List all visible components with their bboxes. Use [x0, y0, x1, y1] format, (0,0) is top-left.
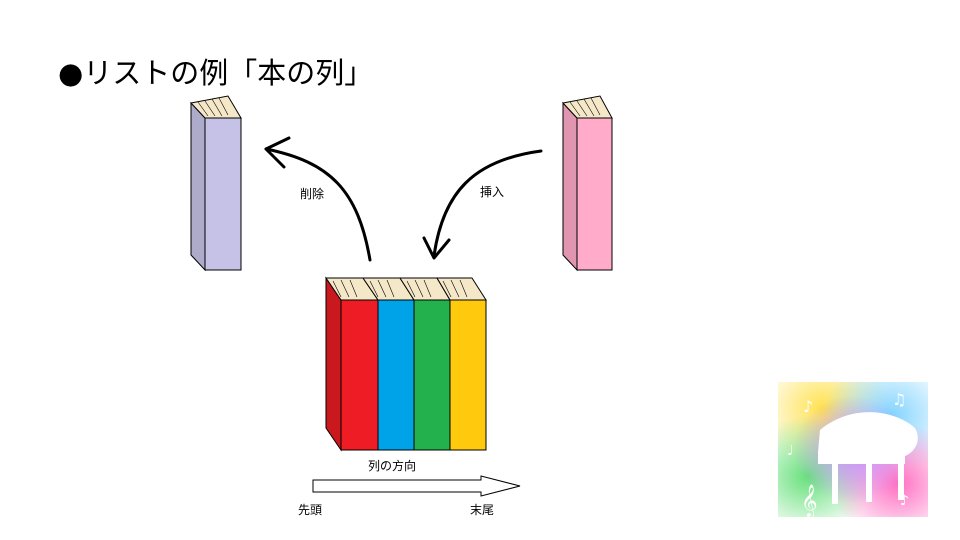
- tail-label: 末尾: [470, 503, 494, 517]
- book-blue: [377, 299, 415, 451]
- direction-label: 列の方向: [368, 458, 416, 473]
- book-yellow: [449, 299, 487, 451]
- insert-arrow: [422, 149, 543, 260]
- inserted-book: [562, 95, 613, 272]
- head-label: 先頭: [298, 503, 322, 517]
- book-green: [413, 299, 451, 451]
- svg-text:♫: ♫: [892, 390, 906, 409]
- book-red: [340, 299, 379, 451]
- insert-label: 挿入: [480, 185, 504, 199]
- svg-text:♪: ♪: [803, 397, 813, 416]
- svg-text:♪: ♪: [900, 493, 909, 509]
- grand-piano-music-notes-icon: 𝄞 ♪ ♫ ♩ ♪: [778, 382, 928, 518]
- delete-label: 削除: [300, 186, 324, 201]
- svg-text:♩: ♩: [787, 443, 794, 459]
- removed-book: [190, 95, 242, 272]
- direction-arrow: [312, 475, 521, 497]
- book-list-diagram: 削除 挿入 列の方向 先頭 末尾 𝄞 ♪ ♫ ♩ ♪: [190, 95, 928, 518]
- book-row: [325, 276, 487, 452]
- svg-text:𝄞: 𝄞: [801, 484, 818, 518]
